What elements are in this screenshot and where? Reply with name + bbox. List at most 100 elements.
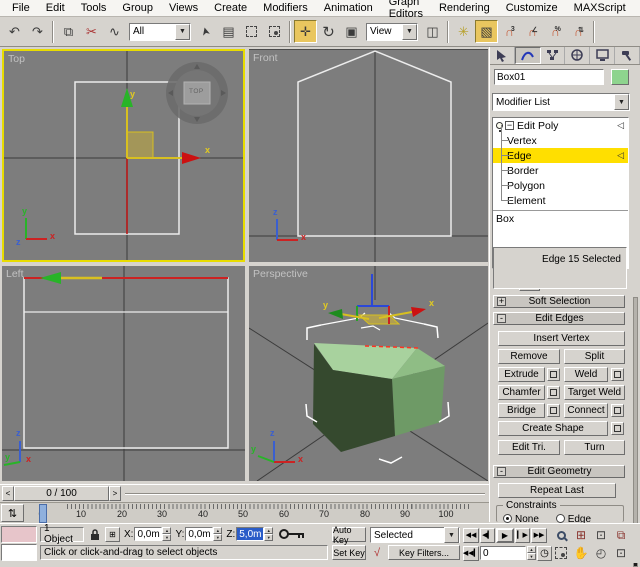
select-and-rotate-icon[interactable]: ↻ xyxy=(317,20,340,43)
menu-rendering[interactable]: Rendering xyxy=(431,1,498,15)
extrude-settings-icon[interactable] xyxy=(547,368,560,381)
next-frame-icon[interactable]: ▎▶ xyxy=(515,528,530,543)
connect-button[interactable]: Connect xyxy=(564,403,608,418)
sub-level-label[interactable]: Element xyxy=(507,195,546,207)
pan-hand-icon[interactable]: ✋ xyxy=(573,546,589,561)
viewport-left-canvas[interactable] xyxy=(2,266,245,481)
sub-level-label[interactable]: Border xyxy=(507,165,539,177)
create-shape-settings-icon[interactable] xyxy=(611,422,624,435)
select-object-icon[interactable]: ➤ xyxy=(191,17,219,45)
redo-icon[interactable]: ↷ xyxy=(26,20,49,43)
viewport-perspective[interactable]: Perspective y x z y x xyxy=(249,266,488,481)
coord-z-spinner[interactable]: ▲▼ xyxy=(264,527,273,541)
menu-views[interactable]: Views xyxy=(161,1,206,15)
percent-snap-toggle-icon[interactable]: ∩% xyxy=(544,20,567,43)
viewport-front[interactable]: Front z x xyxy=(249,49,488,262)
menu-group[interactable]: Group xyxy=(114,1,161,15)
menu-modifiers[interactable]: Modifiers xyxy=(255,1,316,15)
default-in-out-tangents-icon[interactable]: √ xyxy=(370,545,384,560)
previous-frame-arrow[interactable]: < xyxy=(2,486,14,501)
viewport-top[interactable]: Top TOP y x y x z xyxy=(2,49,245,262)
reference-coordinate-system-dropdown[interactable]: View ▼ xyxy=(366,23,418,41)
time-configuration-icon[interactable]: ◷ xyxy=(537,546,552,561)
modifier-list-dropdown[interactable]: Modifier List ▼ xyxy=(492,93,630,111)
arc-rotate-icon[interactable]: ◴ xyxy=(593,546,609,561)
spinner-snap-toggle-icon[interactable]: ∩⇅ xyxy=(567,20,590,43)
rollout-soft-selection[interactable]: + Soft Selection xyxy=(493,295,625,308)
split-button[interactable]: Split xyxy=(564,349,625,364)
frame-spinner[interactable]: ▲▼ xyxy=(527,546,536,560)
time-slider-track[interactable] xyxy=(125,493,485,495)
sub-level-vertex[interactable]: Vertex xyxy=(493,133,628,148)
extrude-button[interactable]: Extrude xyxy=(498,367,545,382)
viewport-left-label[interactable]: Left xyxy=(6,268,24,280)
create-tab-icon[interactable] xyxy=(490,47,515,64)
coord-x-spinner[interactable]: ▲▼ xyxy=(162,527,171,541)
selection-lock-icon[interactable] xyxy=(87,527,102,542)
select-by-name-icon[interactable]: ▤ xyxy=(217,20,240,43)
viewport-front-label[interactable]: Front xyxy=(253,52,278,64)
insert-vertex-button[interactable]: Insert Vertex xyxy=(498,331,625,346)
coord-z-field[interactable]: 5,0m xyxy=(236,527,264,541)
hierarchy-tab-icon[interactable] xyxy=(541,47,566,64)
modify-tab-icon[interactable] xyxy=(515,47,541,64)
base-object-label[interactable]: Box xyxy=(496,213,514,225)
use-pivot-point-center-icon[interactable]: ◫ xyxy=(421,20,444,43)
bind-to-space-warp-icon[interactable]: ∿ xyxy=(103,20,126,43)
viewport-perspective-canvas[interactable] xyxy=(249,266,488,481)
zoom-extents-all-icon[interactable]: ⧉ xyxy=(613,528,629,543)
rollout-edit-edges[interactable]: - Edit Edges xyxy=(493,312,625,325)
utilities-tab-icon[interactable] xyxy=(615,47,640,64)
target-weld-button[interactable]: Target Weld xyxy=(564,385,625,400)
previous-frame-icon[interactable]: ◀▎ xyxy=(480,528,495,543)
next-frame-arrow[interactable]: > xyxy=(109,486,121,501)
sub-level-edge[interactable]: Edge◁ xyxy=(493,148,628,163)
maxscript-mini-listener-white[interactable] xyxy=(1,544,37,561)
menu-maxscript[interactable]: MAXScript xyxy=(566,1,634,15)
modifier-name[interactable]: Edit Poly xyxy=(517,120,558,132)
display-tab-icon[interactable] xyxy=(590,47,615,64)
select-and-move-icon[interactable]: ✛ xyxy=(294,20,317,43)
bridge-settings-icon[interactable] xyxy=(547,404,560,417)
zoom-extents-icon[interactable]: ⊡ xyxy=(593,528,609,543)
window-crossing-icon[interactable] xyxy=(263,20,286,43)
play-button-icon[interactable]: ▶ xyxy=(496,528,514,543)
sub-level-border[interactable]: Border xyxy=(493,163,628,178)
snaps-toggle-3d-icon[interactable]: ▧ xyxy=(475,20,498,43)
angle-snap-toggle-icon[interactable]: ∩∠ xyxy=(521,20,544,43)
select-and-manipulate-icon[interactable]: ✳ xyxy=(452,20,475,43)
snap-3d-magnet-icon[interactable]: ∩3 xyxy=(498,20,521,43)
viewport-top-label[interactable]: Top xyxy=(8,53,25,65)
object-name-field[interactable] xyxy=(494,69,604,85)
track-bar-ruler[interactable]: 0 10 20 30 40 50 60 70 80 90 100 xyxy=(26,503,482,523)
menu-tools[interactable]: Tools xyxy=(73,1,115,15)
set-key-button[interactable]: Set Key xyxy=(332,545,366,560)
current-frame-field[interactable]: 0 xyxy=(480,546,526,560)
selection-filter-dropdown[interactable]: All ▼ xyxy=(129,23,191,41)
zoom-icon[interactable] xyxy=(553,528,569,543)
coord-y-field[interactable]: 0,0m xyxy=(185,527,213,541)
rollout-title[interactable]: Edit Geometry xyxy=(509,466,610,477)
sub-level-polygon[interactable]: Polygon xyxy=(493,178,628,193)
edit-tri-button[interactable]: Edit Tri. xyxy=(498,440,560,455)
bridge-button[interactable]: Bridge xyxy=(498,403,545,418)
unlink-selection-icon[interactable]: ✂ xyxy=(80,20,103,43)
auto-key-button[interactable]: Auto Key xyxy=(332,527,366,542)
dropdown-arrow-icon[interactable]: ▼ xyxy=(402,24,417,40)
weld-settings-icon[interactable] xyxy=(611,368,624,381)
key-filters-button[interactable]: Key Filters... xyxy=(388,545,460,560)
menu-animation[interactable]: Animation xyxy=(316,1,381,15)
weld-button[interactable]: Weld xyxy=(564,367,608,382)
menu-help[interactable]: Help xyxy=(634,1,640,15)
constraint-edge-radio[interactable] xyxy=(556,514,565,523)
undo-icon[interactable]: ↶ xyxy=(3,20,26,43)
zoom-all-icon[interactable]: ⊞ xyxy=(573,528,589,543)
go-to-start-icon[interactable]: ◀◀ xyxy=(463,528,479,543)
go-to-end-icon[interactable]: ▶▶ xyxy=(531,528,547,543)
coord-y-spinner[interactable]: ▲▼ xyxy=(213,527,222,541)
absolute-mode-transform-icon[interactable]: ⊞ xyxy=(105,527,120,542)
create-shape-button[interactable]: Create Shape xyxy=(498,421,608,436)
rollout-edit-geometry[interactable]: - Edit Geometry xyxy=(493,465,625,478)
select-and-link-icon[interactable]: ⧉ xyxy=(57,20,80,43)
current-frame-marker[interactable] xyxy=(39,504,47,523)
